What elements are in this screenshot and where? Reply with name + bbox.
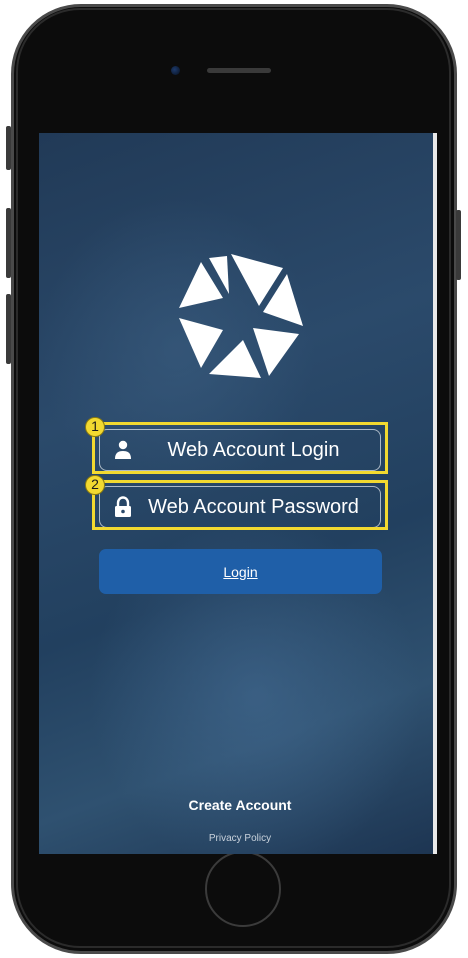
silent-switch [6,126,11,170]
login-button[interactable]: Login [99,549,382,594]
home-button[interactable] [205,851,281,927]
login-screen: Web Account Login Web Account Password 1… [39,133,433,854]
page: Web Account Login Web Account Password 1… [0,0,468,958]
volume-up-button [6,208,11,278]
volume-down-button [6,294,11,364]
aperture-blade [253,328,299,376]
earpiece-speaker [207,68,271,73]
power-button [456,210,461,280]
annotation-marker-2: 2 [85,475,105,495]
login-button-label: Login [223,563,258,580]
screen-edge [433,133,437,854]
aperture-blade [209,340,261,378]
create-account-link[interactable]: Create Account [39,797,433,813]
front-camera [171,66,180,75]
privacy-policy-link[interactable]: Privacy Policy [39,833,433,844]
aperture-blade [179,318,223,368]
aperture-logo-icon [179,254,303,378]
annotation-marker-1: 1 [85,417,105,437]
annotation-highlight-1 [92,422,388,474]
annotation-highlight-2 [92,480,388,530]
